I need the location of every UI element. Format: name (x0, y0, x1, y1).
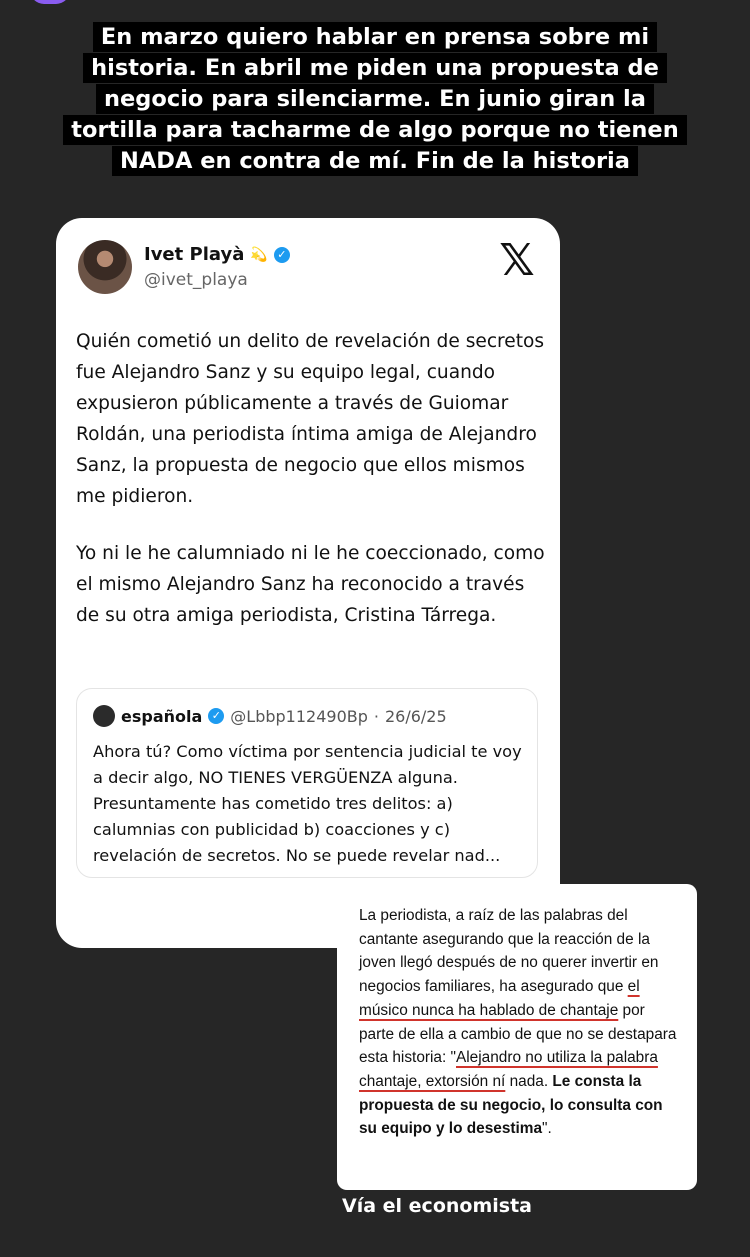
quoted-separator: · (373, 706, 379, 726)
source-caption: Vía el economista (342, 1195, 532, 1217)
profile-dot (30, 0, 70, 4)
x-logo-icon[interactable]: 𝕏 (496, 239, 538, 283)
article-intro: La periodista, a raíz de las palabras de… (359, 907, 659, 996)
quoted-date: 26/6/25 (384, 706, 447, 726)
tweet-paragraph-2: Yo ni le he calumniado ni le he coeccion… (76, 543, 545, 626)
quoted-tweet[interactable]: española ✓ @Lbbp112490Bp · 26/6/25 Ahora… (76, 688, 538, 878)
quoted-avatar (93, 705, 115, 727)
article-excerpt: La periodista, a raíz de las palabras de… (337, 884, 697, 1190)
quoted-header: española ✓ @Lbbp112490Bp · 26/6/25 (93, 705, 447, 727)
quoted-handle: @Lbbp112490Bp (230, 706, 368, 726)
author-handle[interactable]: @ivet_playa (144, 270, 248, 290)
verified-badge-icon: ✓ (273, 246, 290, 263)
dizzy-emoji-icon: 💫 (250, 246, 268, 263)
tweet-paragraph-1: Quién cometió un delito de revelación de… (76, 331, 545, 507)
author-name[interactable]: Ivet Playà (144, 244, 244, 265)
quoted-text: Ahora tú? Como víctima por sentencia jud… (93, 742, 522, 865)
avatar[interactable] (78, 240, 132, 294)
tweet-text: Quién cometió un delito de revelación de… (76, 326, 546, 657)
article-end: ". (542, 1120, 552, 1138)
article-tail: nada. (505, 1072, 553, 1090)
headline-text: En marzo quiero hablar en prensa sobre m… (63, 22, 687, 176)
story-headline: En marzo quiero hablar en prensa sobre m… (60, 22, 690, 177)
quoted-author-name: española (121, 706, 203, 726)
tweet-card[interactable]: Ivet Playà 💫 ✓ @ivet_playa 𝕏 Quién comet… (56, 218, 560, 948)
verified-badge-icon: ✓ (208, 708, 225, 724)
author-row: Ivet Playà 💫 ✓ (144, 244, 290, 265)
